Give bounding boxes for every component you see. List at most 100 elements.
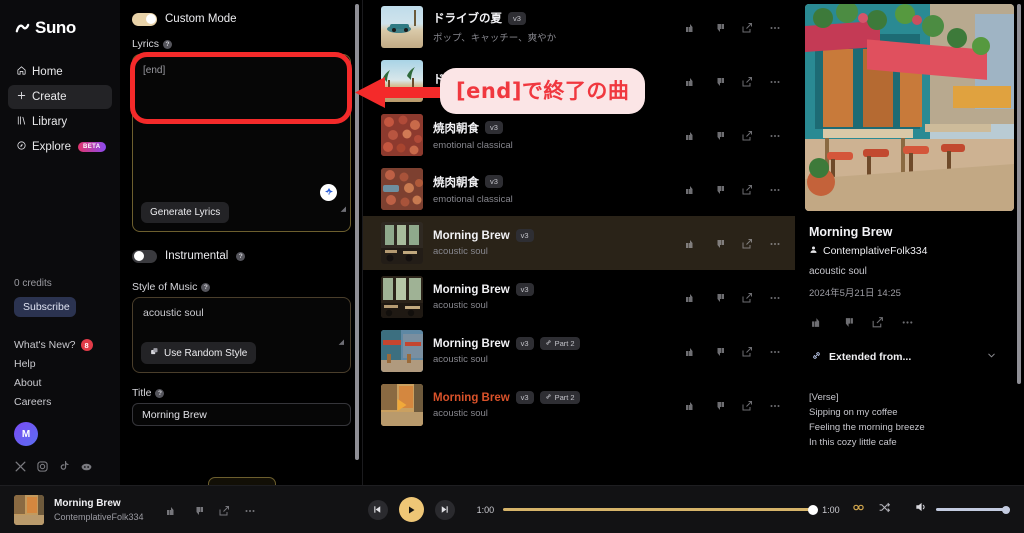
table-row[interactable]: Morning Brew v3 Part 2 acoustic soul bbox=[363, 378, 795, 432]
custom-mode-toggle[interactable] bbox=[132, 12, 157, 26]
share-icon[interactable] bbox=[741, 75, 753, 87]
sidebar-item-about[interactable]: About bbox=[14, 377, 120, 389]
loop-icon[interactable] bbox=[852, 501, 865, 519]
thumbs-down-icon[interactable] bbox=[713, 21, 725, 33]
song-thumbnail[interactable] bbox=[381, 384, 423, 426]
subscribe-button[interactable]: Subscribe bbox=[14, 297, 76, 317]
song-thumbnail[interactable] bbox=[381, 330, 423, 372]
thumbs-up-icon[interactable] bbox=[811, 316, 823, 328]
thumbs-down-icon[interactable] bbox=[713, 399, 725, 411]
sidebar-item-create[interactable]: Create bbox=[8, 85, 112, 109]
table-row[interactable]: 焼肉朝食 v3 emotional classical bbox=[363, 108, 795, 162]
sidebar-item-home[interactable]: Home bbox=[8, 60, 112, 84]
more-icon[interactable] bbox=[769, 129, 781, 141]
song-thumbnail[interactable] bbox=[381, 222, 423, 264]
instrumental-help-icon[interactable]: ? bbox=[236, 251, 246, 261]
progress-slider[interactable] bbox=[503, 504, 819, 515]
shuffle-icon[interactable] bbox=[878, 501, 891, 519]
title-input[interactable]: Morning Brew bbox=[132, 403, 351, 426]
thumbs-up-icon[interactable] bbox=[685, 345, 697, 357]
thumbs-down-icon[interactable] bbox=[192, 504, 204, 516]
app-logo[interactable]: Suno bbox=[0, 10, 120, 44]
ai-assist-icon[interactable] bbox=[320, 184, 337, 201]
thumbs-down-icon[interactable] bbox=[713, 183, 725, 195]
volume-slider[interactable] bbox=[936, 505, 1010, 514]
player-thumbnail[interactable] bbox=[14, 494, 44, 525]
use-random-style-button[interactable]: Use Random Style bbox=[141, 342, 257, 364]
more-icon[interactable] bbox=[769, 183, 781, 195]
create-panel-scrollbar[interactable] bbox=[355, 4, 359, 460]
more-icon[interactable] bbox=[769, 345, 781, 357]
thumbs-up-icon[interactable] bbox=[685, 183, 697, 195]
sidebar-item-explore[interactable]: Explore BETA bbox=[8, 135, 112, 159]
thumbs-up-icon[interactable] bbox=[685, 399, 697, 411]
lyrics-help-icon[interactable]: ? bbox=[163, 39, 173, 49]
share-icon[interactable] bbox=[218, 504, 230, 516]
more-icon[interactable] bbox=[769, 237, 781, 249]
title-help-icon[interactable]: ? bbox=[155, 388, 165, 398]
more-icon[interactable] bbox=[769, 75, 781, 87]
table-row[interactable]: 焼肉朝食 v3 emotional classical bbox=[363, 162, 795, 216]
style-help-icon[interactable]: ? bbox=[201, 282, 211, 292]
thumbs-down-icon[interactable] bbox=[841, 316, 853, 328]
progress-knob[interactable] bbox=[808, 504, 819, 515]
table-row[interactable]: ドライブの夏 v3 ポップ、キャッチー、爽やか bbox=[363, 0, 795, 54]
song-thumbnail[interactable] bbox=[381, 168, 423, 210]
thumbs-down-icon[interactable] bbox=[713, 237, 725, 249]
play-icon[interactable] bbox=[398, 497, 424, 522]
x-icon[interactable] bbox=[14, 460, 27, 473]
share-icon[interactable] bbox=[741, 237, 753, 249]
more-icon[interactable] bbox=[769, 291, 781, 303]
song-thumbnail[interactable] bbox=[381, 114, 423, 156]
thumbs-down-icon[interactable] bbox=[713, 291, 725, 303]
lyrics-textarea[interactable]: [end] ◢ Generate Lyrics bbox=[132, 54, 351, 232]
table-row[interactable]: Morning Brew v3 Part 2 acoustic soul bbox=[363, 324, 795, 378]
share-icon[interactable] bbox=[741, 291, 753, 303]
song-cover-art[interactable] bbox=[805, 4, 1014, 211]
generate-lyrics-button[interactable]: Generate Lyrics bbox=[141, 202, 230, 223]
thumbs-up-icon[interactable] bbox=[685, 129, 697, 141]
sidebar-item-library[interactable]: Library bbox=[8, 110, 112, 134]
style-resize-handle[interactable]: ◢ bbox=[339, 338, 344, 346]
create-button[interactable] bbox=[207, 477, 276, 485]
detail-author[interactable]: ContemplativeFolk334 bbox=[809, 245, 1024, 257]
table-row[interactable]: Morning Brew v3 acoustic soul bbox=[363, 270, 795, 324]
discord-icon[interactable] bbox=[80, 460, 93, 473]
thumbs-up-icon[interactable] bbox=[685, 75, 697, 87]
more-icon[interactable] bbox=[769, 21, 781, 33]
share-icon[interactable] bbox=[741, 21, 753, 33]
style-of-music-input[interactable]: acoustic soul ◢ Use Random Style bbox=[132, 297, 351, 373]
sidebar-item-help[interactable]: Help bbox=[14, 358, 120, 370]
more-icon[interactable] bbox=[244, 504, 256, 516]
instrumental-toggle[interactable] bbox=[132, 249, 157, 263]
lyrics-resize-handle[interactable]: ◢ bbox=[341, 205, 346, 213]
next-icon[interactable] bbox=[434, 499, 455, 520]
thumbs-up-icon[interactable] bbox=[685, 21, 697, 33]
thumbs-up-icon[interactable] bbox=[166, 504, 178, 516]
thumbs-down-icon[interactable] bbox=[713, 345, 725, 357]
table-row[interactable]: Morning Brew v3 acoustic soul bbox=[363, 216, 795, 270]
more-icon[interactable] bbox=[901, 316, 913, 328]
share-icon[interactable] bbox=[741, 345, 753, 357]
thumbs-up-icon[interactable] bbox=[685, 237, 697, 249]
extended-from-row[interactable]: Extended from... bbox=[811, 350, 997, 364]
detail-panel-scrollbar[interactable] bbox=[1017, 4, 1021, 384]
share-icon[interactable] bbox=[741, 183, 753, 195]
song-thumbnail[interactable] bbox=[381, 276, 423, 318]
thumbs-up-icon[interactable] bbox=[685, 291, 697, 303]
volume-icon[interactable] bbox=[914, 500, 928, 519]
thumbs-down-icon[interactable] bbox=[713, 75, 725, 87]
more-icon[interactable] bbox=[769, 399, 781, 411]
instagram-icon[interactable] bbox=[36, 460, 49, 473]
sidebar-item-careers[interactable]: Careers bbox=[14, 396, 120, 408]
thumbs-down-icon[interactable] bbox=[713, 129, 725, 141]
tiktok-icon[interactable] bbox=[58, 460, 71, 473]
sidebar-item-whats-new[interactable]: What's New? 8 bbox=[14, 339, 120, 351]
share-icon[interactable] bbox=[741, 129, 753, 141]
volume-knob[interactable] bbox=[1002, 505, 1010, 514]
song-thumbnail[interactable] bbox=[381, 6, 423, 48]
chevron-down-icon[interactable] bbox=[986, 350, 997, 364]
prev-icon[interactable] bbox=[367, 499, 388, 520]
share-icon[interactable] bbox=[871, 316, 883, 328]
share-icon[interactable] bbox=[741, 399, 753, 411]
